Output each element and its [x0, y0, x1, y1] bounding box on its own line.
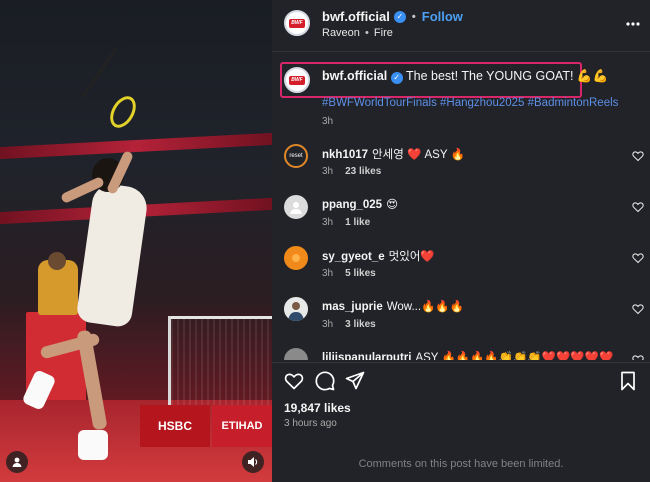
comment-icon[interactable]	[315, 371, 335, 391]
comment-username[interactable]: nkh1017	[322, 149, 368, 161]
speaker-icon[interactable]	[242, 451, 264, 473]
bwf-logo: BWF	[289, 18, 305, 28]
post-header: BWF bwf.official ✓ • Follow Raveon • Fir…	[272, 0, 650, 52]
post-actions: 19,847 likes 3 hours ago Comments on thi…	[272, 362, 650, 482]
avatar[interactable]: reset	[284, 144, 308, 168]
comment-text: Wow...🔥🔥🔥	[386, 301, 464, 313]
list-item: ppang_025 😍 3h 1 like	[272, 191, 650, 242]
verified-badge-icon: ✓	[390, 71, 403, 84]
heart-icon[interactable]	[632, 252, 644, 264]
audio-artist[interactable]: Raveon	[322, 27, 360, 39]
follow-button[interactable]: Follow	[422, 9, 463, 24]
share-icon[interactable]	[345, 371, 365, 391]
caption-time: 3h	[322, 116, 334, 127]
bookmark-icon[interactable]	[618, 371, 638, 391]
comment-username[interactable]: liliispanularputri	[322, 352, 411, 360]
comment-username[interactable]: sy_gyeot_e	[322, 251, 385, 263]
comment-text: 안세영 ❤️ ASY 🔥	[372, 149, 465, 161]
separator-dot: •	[411, 10, 416, 23]
comment-likes[interactable]: 5 likes	[345, 268, 376, 279]
player-shoe	[78, 430, 108, 460]
post-time[interactable]: 3 hours ago	[284, 418, 337, 429]
sponsor-board-etihad: ETIHAD	[212, 405, 272, 447]
separator-dot: •	[364, 27, 369, 39]
list-item: liliispanularputri ASY 🔥🔥🔥🔥👏👏👏❤️❤️❤️❤️❤️	[272, 344, 650, 360]
heart-icon[interactable]	[632, 150, 644, 162]
heart-icon[interactable]	[284, 371, 304, 391]
comment-list[interactable]: reset nkh1017 안세영 ❤️ ASY 🔥 3h 23 likes ppa…	[272, 140, 650, 360]
racket-head	[104, 91, 142, 133]
audio-track[interactable]: Fire	[374, 27, 393, 39]
heart-icon[interactable]	[632, 303, 644, 315]
list-item: reset nkh1017 안세영 ❤️ ASY 🔥 3h 23 likes	[272, 140, 650, 191]
comment-time: 3h	[322, 268, 334, 279]
comment-time: 3h	[322, 166, 334, 177]
comment-time: 3h	[322, 217, 334, 228]
comment-username[interactable]: mas_juprie	[322, 301, 383, 313]
post-side-panel: BWF bwf.official ✓ • Follow Raveon • Fir…	[272, 0, 650, 482]
list-item: mas_juprie Wow...🔥🔥🔥 3h 3 likes	[272, 293, 650, 344]
avatar[interactable]: BWF	[284, 10, 310, 36]
comment-likes[interactable]: 1 like	[345, 217, 370, 228]
avatar[interactable]	[284, 195, 308, 219]
avatar[interactable]	[284, 246, 308, 270]
comment-username[interactable]: ppang_025	[322, 199, 382, 211]
comment-text: ASY 🔥🔥🔥🔥👏👏👏❤️❤️❤️❤️❤️	[415, 352, 614, 360]
audio-info[interactable]: Raveon • Fire	[322, 27, 393, 39]
comment-text: 멋있어❤️	[388, 251, 435, 263]
heart-icon[interactable]	[632, 201, 644, 213]
comments-limited-notice: Comments on this post have been limited.	[358, 458, 564, 470]
comment-likes[interactable]: 3 likes	[345, 319, 376, 330]
arena-banner	[0, 132, 272, 160]
comment-time: 3h	[322, 319, 334, 330]
avatar[interactable]: BWF	[284, 67, 310, 93]
avatar[interactable]	[284, 297, 308, 321]
sponsor-board-hsbc: HSBC	[140, 405, 210, 447]
more-options-icon[interactable]	[626, 13, 640, 31]
header-username[interactable]: bwf.official	[322, 9, 390, 24]
caption-username[interactable]: bwf.official	[322, 69, 387, 83]
caption-hashtags[interactable]: #BWFWorldTourFinals #Hangzhou2025 #Badmi…	[322, 97, 618, 109]
caption-text: The best! The YOUNG GOAT! 💪💪	[406, 69, 609, 83]
list-item: sy_gyeot_e 멋있어❤️ 3h 5 likes	[272, 242, 650, 293]
umpire-head	[48, 252, 66, 270]
bwf-logo: BWF	[289, 75, 305, 85]
avatar[interactable]	[284, 348, 308, 360]
racket-handle	[80, 47, 118, 99]
verified-badge-icon: ✓	[393, 10, 406, 23]
user-tag-icon[interactable]	[6, 451, 28, 473]
post-media[interactable]: HSBC ETIHAD	[0, 0, 272, 482]
badminton-net	[168, 316, 272, 406]
player-body	[75, 181, 150, 329]
avatar-label: reset	[289, 153, 303, 159]
comment-text: 😍	[386, 199, 399, 211]
heart-icon[interactable]	[632, 354, 644, 360]
like-count[interactable]: 19,847 likes	[284, 401, 351, 415]
comment-likes[interactable]: 23 likes	[345, 166, 381, 177]
